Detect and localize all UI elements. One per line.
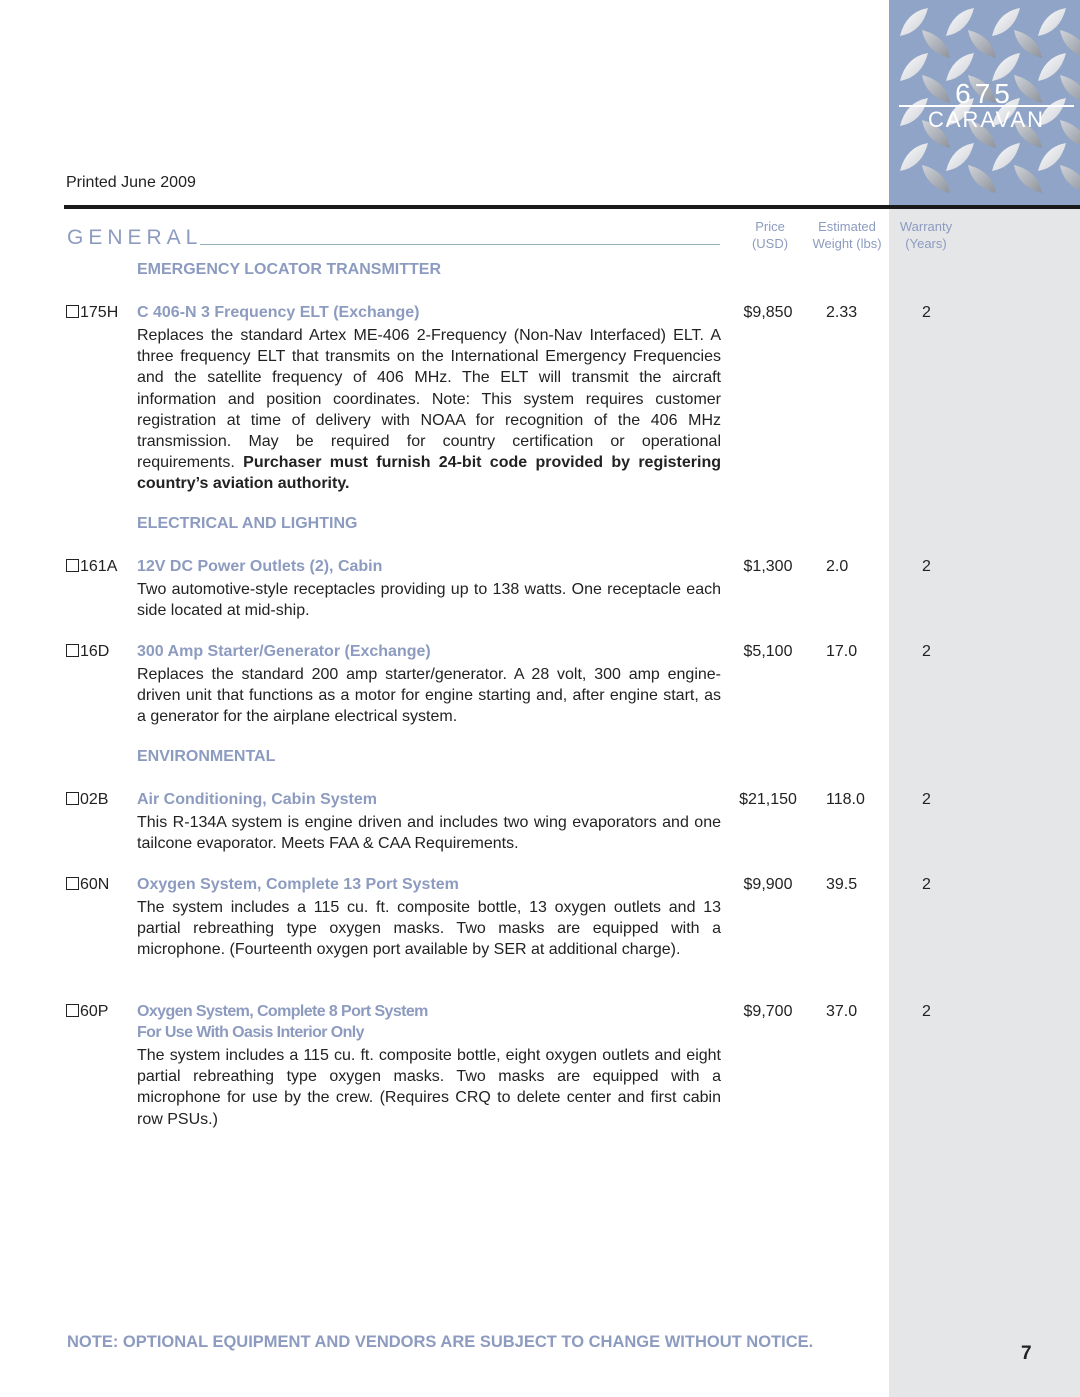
category-heading: EMERGENCY LOCATOR TRANSMITTER <box>137 261 442 278</box>
option-description: Replaces the standard 200 amp starter/ge… <box>137 666 721 726</box>
header-divider <box>64 205 1080 209</box>
caravan-logo: 675 CARAVAN <box>889 0 1080 207</box>
option-title: Air Conditioning, Cabin System <box>137 791 378 808</box>
option-code[interactable]: 16D <box>66 643 109 661</box>
option-price: $5,100 <box>743 643 793 660</box>
option-description: The system includes a 115 cu. ft. compos… <box>137 899 721 959</box>
checkbox[interactable] <box>66 305 79 318</box>
column-header-weight: Estimated Weight (lbs) <box>812 219 882 251</box>
option-weight: 39.5 <box>826 876 858 893</box>
checkbox[interactable] <box>66 644 79 657</box>
checkbox[interactable] <box>66 792 79 805</box>
checkbox[interactable] <box>66 1004 79 1017</box>
option-warranty: 2 <box>922 304 931 321</box>
diamond-plate-tread <box>922 165 950 193</box>
column-header-price: Price (USD) <box>751 219 789 251</box>
option-title: Oxygen System, Complete 13 Port System <box>137 876 459 893</box>
option-code[interactable]: 161A <box>66 558 117 576</box>
option-subtitle: For Use With Oasis Interior Only <box>137 1024 365 1041</box>
option-warranty: 2 <box>922 558 931 575</box>
option-price: $9,850 <box>743 304 793 321</box>
option-code[interactable]: 02B <box>66 791 108 809</box>
option-warranty: 2 <box>922 643 931 660</box>
page-number: 7 <box>1021 1343 1032 1364</box>
checkbox[interactable] <box>66 877 79 890</box>
section-title: GENERAL <box>67 226 203 249</box>
section-underline <box>200 244 720 245</box>
option-code[interactable]: 60N <box>66 876 109 894</box>
option-description: This R-134A system is engine driven and … <box>137 814 721 853</box>
option-warranty: 2 <box>922 791 931 808</box>
checkbox[interactable] <box>66 559 79 572</box>
option-code[interactable]: 175H <box>66 304 118 322</box>
option-price: $21,150 <box>739 791 797 808</box>
option-price: $9,900 <box>743 876 793 893</box>
option-warranty: 2 <box>922 1003 931 1020</box>
option-weight: 17.0 <box>826 643 858 660</box>
option-description: The system includes a 115 cu. ft. compos… <box>137 1047 721 1128</box>
option-title: 12V DC Power Outlets (2), Cabin <box>137 558 383 575</box>
category-heading: ENVIRONMENTAL <box>137 748 276 765</box>
diamond-plate-tread <box>1060 165 1080 191</box>
column-header-warranty: Warranty (Years) <box>899 219 953 251</box>
diamond-plate-tread <box>968 165 996 193</box>
option-warranty: 2 <box>922 876 931 893</box>
option-weight: 37.0 <box>826 1003 858 1020</box>
category-heading: ELECTRICAL AND LIGHTING <box>137 515 358 532</box>
option-weight: 2.0 <box>826 558 849 575</box>
option-description: Two automotive-style receptacles providi… <box>137 581 721 620</box>
sidebar-panel <box>889 0 1080 1397</box>
footer-note: NOTE: OPTIONAL EQUIPMENT AND VENDORS ARE… <box>67 1333 814 1351</box>
option-code[interactable]: 60P <box>66 1003 108 1021</box>
printed-date: Printed June 2009 <box>66 174 196 191</box>
option-weight: 118.0 <box>826 791 865 808</box>
option-description: Replaces the standard Artex ME-406 2-Fre… <box>137 327 722 493</box>
option-weight: 2.33 <box>826 304 858 321</box>
option-title: C 406-N 3 Frequency ELT (Exchange) <box>137 304 420 321</box>
option-title: 300 Amp Starter/Generator (Exchange) <box>137 643 431 660</box>
option-price: $1,300 <box>743 558 793 575</box>
option-title: Oxygen System, Complete 8 Port System <box>137 1003 428 1020</box>
logo-model-name: CARAVAN <box>899 105 1074 133</box>
diamond-plate-tread <box>1014 165 1042 193</box>
option-price: $9,700 <box>743 1003 793 1020</box>
